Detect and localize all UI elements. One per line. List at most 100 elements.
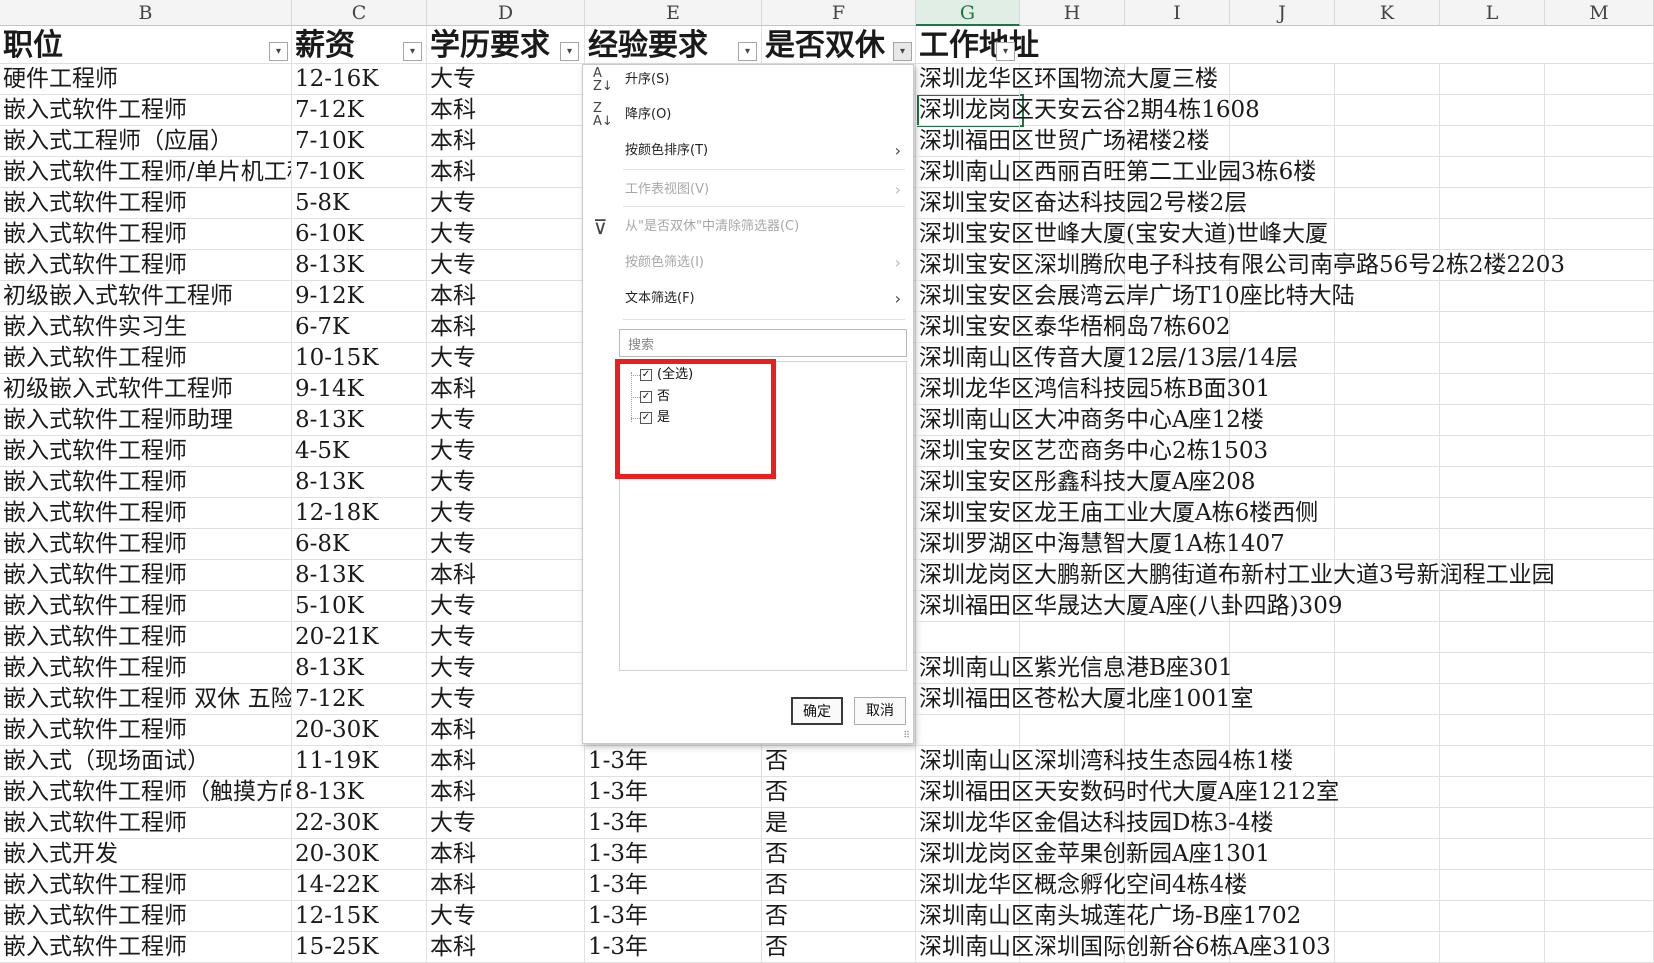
empty-cell[interactable] bbox=[1335, 839, 1440, 870]
empty-cell[interactable] bbox=[1545, 219, 1654, 250]
education-cell[interactable]: 大专 bbox=[427, 343, 585, 374]
address-cell[interactable]: 深圳南山区西丽百旺第二工业园3栋6楼 bbox=[916, 157, 1316, 188]
empty-cell[interactable] bbox=[1335, 126, 1440, 157]
empty-cell[interactable] bbox=[1440, 839, 1545, 870]
salary-cell[interactable]: 8-13K bbox=[292, 250, 427, 281]
salary-cell[interactable]: 7-12K bbox=[292, 684, 427, 715]
weekend-cell[interactable]: 是 bbox=[762, 808, 916, 839]
empty-cell[interactable] bbox=[1545, 529, 1654, 560]
empty-cell[interactable] bbox=[1335, 808, 1440, 839]
education-cell[interactable]: 本科 bbox=[427, 839, 585, 870]
address-cell[interactable]: 深圳南山区南头城莲花广场-B座1702 bbox=[916, 901, 1301, 932]
empty-cell[interactable] bbox=[1545, 622, 1654, 653]
empty-cell[interactable] bbox=[1440, 126, 1545, 157]
empty-cell[interactable] bbox=[1440, 188, 1545, 219]
empty-cell[interactable] bbox=[1545, 870, 1654, 901]
address-cell[interactable]: 深圳龙岗区大鹏新区大鹏街道布新村工业大道3号新润程工业园 bbox=[916, 560, 1555, 591]
empty-cell[interactable] bbox=[1545, 684, 1654, 715]
empty-cell[interactable] bbox=[1230, 715, 1335, 746]
salary-cell[interactable]: 9-14K bbox=[292, 374, 427, 405]
education-cell[interactable]: 大专 bbox=[427, 188, 585, 219]
education-cell[interactable]: 本科 bbox=[427, 932, 585, 963]
salary-cell[interactable]: 12-15K bbox=[292, 901, 427, 932]
empty-cell[interactable] bbox=[1545, 188, 1654, 219]
empty-cell[interactable] bbox=[1335, 467, 1440, 498]
job-cell[interactable]: 初级嵌入式软件工程师 bbox=[0, 281, 292, 312]
empty-cell[interactable] bbox=[1545, 374, 1654, 405]
empty-cell[interactable] bbox=[1440, 684, 1545, 715]
empty-cell[interactable] bbox=[1440, 405, 1545, 436]
salary-cell[interactable]: 7-12K bbox=[292, 95, 427, 126]
address-cell[interactable]: 深圳宝安区龙王庙工业大厦A栋6楼西侧 bbox=[916, 498, 1318, 529]
job-cell[interactable]: 嵌入式软件工程师 bbox=[0, 901, 292, 932]
empty-cell[interactable] bbox=[1335, 343, 1440, 374]
empty-cell[interactable] bbox=[1335, 777, 1440, 808]
job-cell[interactable]: 嵌入式软件工程师 bbox=[0, 95, 292, 126]
job-cell[interactable]: 嵌入式软件工程师/单片机工程师 bbox=[0, 157, 292, 188]
column-header-g[interactable]: G bbox=[916, 0, 1020, 26]
column-header-d[interactable]: D bbox=[427, 0, 585, 26]
job-cell[interactable]: 嵌入式软件工程师助理 bbox=[0, 405, 292, 436]
address-cell[interactable]: 深圳龙华区概念孵化空间4栋4楼 bbox=[916, 870, 1247, 901]
filter-dropdown-icon[interactable]: ▾ bbox=[560, 42, 579, 61]
address-cell[interactable]: 深圳龙华区环国物流大厦三楼 bbox=[916, 64, 1218, 95]
salary-cell[interactable]: 20-30K bbox=[292, 715, 427, 746]
job-cell[interactable]: 嵌入式（现场面试） bbox=[0, 746, 292, 777]
job-cell[interactable]: 嵌入式工程师（应届） bbox=[0, 126, 292, 157]
empty-cell[interactable] bbox=[1545, 64, 1654, 95]
salary-cell[interactable]: 8-13K bbox=[292, 777, 427, 808]
weekend-cell[interactable]: 否 bbox=[762, 839, 916, 870]
experience-cell[interactable]: 1-3年 bbox=[585, 932, 762, 963]
education-cell[interactable]: 本科 bbox=[427, 312, 585, 343]
address-cell[interactable]: 深圳福田区天安数码时代大厦A座1212室 bbox=[916, 777, 1339, 808]
empty-cell[interactable] bbox=[1440, 777, 1545, 808]
education-cell[interactable]: 大专 bbox=[427, 901, 585, 932]
empty-cell[interactable] bbox=[1230, 653, 1335, 684]
empty-cell[interactable] bbox=[1440, 281, 1545, 312]
education-cell[interactable]: 大专 bbox=[427, 591, 585, 622]
empty-cell[interactable] bbox=[1335, 312, 1440, 343]
weekend-cell[interactable]: 否 bbox=[762, 777, 916, 808]
empty-cell[interactable] bbox=[1440, 901, 1545, 932]
salary-cell[interactable]: 12-18K bbox=[292, 498, 427, 529]
address-cell[interactable]: 深圳福田区世贸广场裙楼2楼 bbox=[916, 126, 1210, 157]
empty-cell[interactable] bbox=[1545, 560, 1654, 591]
address-cell[interactable]: 深圳龙华区金倡达科技园D栋3-4楼 bbox=[916, 808, 1273, 839]
salary-cell[interactable]: 8-13K bbox=[292, 560, 427, 591]
empty-cell[interactable] bbox=[1545, 436, 1654, 467]
column-header-c[interactable]: C bbox=[292, 0, 427, 26]
header-address[interactable]: 工作地址 bbox=[916, 26, 1654, 64]
empty-cell[interactable] bbox=[1440, 219, 1545, 250]
empty-cell[interactable] bbox=[1545, 839, 1654, 870]
filter-dropdown-icon[interactable]: ▾ bbox=[996, 42, 1015, 61]
empty-cell[interactable] bbox=[1440, 591, 1545, 622]
job-cell[interactable]: 嵌入式软件工程师 bbox=[0, 498, 292, 529]
empty-cell[interactable] bbox=[1440, 436, 1545, 467]
experience-cell[interactable]: 1-3年 bbox=[585, 839, 762, 870]
empty-cell[interactable] bbox=[1545, 95, 1654, 126]
empty-cell[interactable] bbox=[1335, 715, 1440, 746]
empty-cell[interactable] bbox=[1545, 126, 1654, 157]
weekend-cell[interactable]: 否 bbox=[762, 901, 916, 932]
experience-cell[interactable]: 1-3年 bbox=[585, 808, 762, 839]
education-cell[interactable]: 大专 bbox=[427, 684, 585, 715]
column-header-f[interactable]: F bbox=[762, 0, 916, 26]
sort-ascending-item[interactable]: A Z↓ 升序(S) bbox=[583, 65, 913, 95]
weekend-cell[interactable]: 否 bbox=[762, 932, 916, 963]
column-header-j[interactable]: J bbox=[1230, 0, 1335, 26]
filter-dropdown-icon[interactable]: ▾ bbox=[269, 42, 288, 61]
job-cell[interactable]: 嵌入式软件工程师 bbox=[0, 932, 292, 963]
empty-cell[interactable] bbox=[1335, 529, 1440, 560]
address-cell[interactable]: 深圳宝安区世峰大厦(宝安大道)世峰大厦 bbox=[916, 219, 1328, 250]
education-cell[interactable]: 本科 bbox=[427, 126, 585, 157]
job-cell[interactable]: 嵌入式软件工程师 bbox=[0, 870, 292, 901]
salary-cell[interactable]: 10-15K bbox=[292, 343, 427, 374]
experience-cell[interactable]: 1-3年 bbox=[585, 901, 762, 932]
column-header-e[interactable]: E bbox=[585, 0, 762, 26]
empty-cell[interactable] bbox=[1545, 808, 1654, 839]
empty-cell[interactable] bbox=[1230, 622, 1335, 653]
empty-cell[interactable] bbox=[1335, 188, 1440, 219]
job-cell[interactable]: 嵌入式开发 bbox=[0, 839, 292, 870]
address-cell[interactable]: 深圳龙岗区天安云谷2期4栋1608 bbox=[916, 95, 1260, 126]
empty-cell[interactable] bbox=[1440, 529, 1545, 560]
